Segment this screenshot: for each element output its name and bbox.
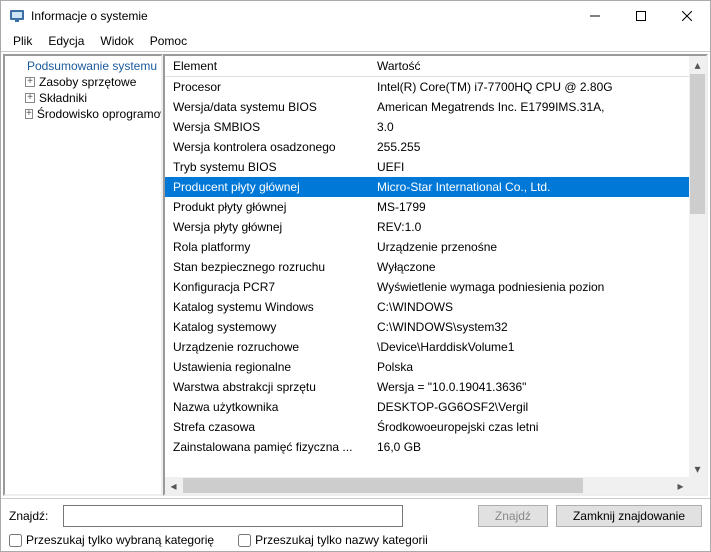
vertical-scrollbar[interactable]: ▴ ▾ <box>689 56 706 477</box>
table-cell-element[interactable]: Strefa czasowa <box>165 417 369 437</box>
table-cell-value[interactable]: Wyłączone <box>369 257 689 277</box>
checkbox-input[interactable] <box>238 534 251 547</box>
tree-pane[interactable]: Podsumowanie systemu + Zasoby sprzętowe … <box>3 54 163 496</box>
column-header-value[interactable]: Wartość <box>369 56 689 77</box>
tree-components[interactable]: + Składniki <box>5 90 161 106</box>
table-cell-value[interactable]: UEFI <box>369 157 689 177</box>
scroll-down-icon[interactable]: ▾ <box>689 460 706 477</box>
column-header-element[interactable]: Element <box>165 56 369 77</box>
app-icon <box>9 8 25 24</box>
checkbox-input[interactable] <box>9 534 22 547</box>
menu-view[interactable]: Widok <box>92 32 141 50</box>
find-label: Znajdź: <box>9 509 55 523</box>
tree-hardware[interactable]: + Zasoby sprzętowe <box>5 74 161 90</box>
find-button[interactable]: Znajdź <box>478 505 548 527</box>
table-cell-element[interactable]: Konfiguracja PCR7 <box>165 277 369 297</box>
footer: Znajdź: Znajdź Zamknij znajdowanie Przes… <box>1 498 710 551</box>
tree-softenv-label: Środowisko oprogramowania <box>37 107 163 121</box>
table-cell-value[interactable]: Wersja = "10.0.19041.3636" <box>369 377 689 397</box>
search-names-checkbox[interactable]: Przeszukaj tylko nazwy kategorii <box>238 533 428 547</box>
table-cell-element[interactable]: Produkt płyty głównej <box>165 197 369 217</box>
tree-softenv[interactable]: + Środowisko oprogramowania <box>5 106 161 122</box>
tree-root[interactable]: Podsumowanie systemu <box>5 58 161 74</box>
expand-icon[interactable]: + <box>25 109 33 119</box>
table-cell-value[interactable]: 255.255 <box>369 137 689 157</box>
table-cell-element[interactable]: Stan bezpiecznego rozruchu <box>165 257 369 277</box>
table-cell-element[interactable]: Wersja SMBIOS <box>165 117 369 137</box>
table-cell-element[interactable]: Ustawienia regionalne <box>165 357 369 377</box>
table-cell-element[interactable]: Tryb systemu BIOS <box>165 157 369 177</box>
table-cell-value[interactable]: Urządzenie przenośne <box>369 237 689 257</box>
table-cell-element[interactable]: Nazwa użytkownika <box>165 397 369 417</box>
table-cell-element[interactable]: Urządzenie rozruchowe <box>165 337 369 357</box>
table-cell-value[interactable]: 16,0 GB <box>369 437 689 457</box>
table-cell-element[interactable]: Katalog systemu Windows <box>165 297 369 317</box>
table-cell-element[interactable]: Warstwa abstrakcji sprzętu <box>165 377 369 397</box>
table-cell-value[interactable]: Intel(R) Core(TM) i7-7700HQ CPU @ 2.80G <box>369 77 689 97</box>
find-input[interactable] <box>63 505 403 527</box>
table-cell-element[interactable]: Procesor <box>165 77 369 97</box>
table-cell-value[interactable]: DESKTOP-GG6OSF2\Vergil <box>369 397 689 417</box>
scroll-up-icon[interactable]: ▴ <box>689 56 706 73</box>
scroll-thumb[interactable] <box>183 478 583 493</box>
checkbox-label: Przeszukaj tylko wybraną kategorię <box>26 533 214 547</box>
tree-hardware-label: Zasoby sprzętowe <box>39 75 136 89</box>
horizontal-scrollbar[interactable]: ◂ ▸ <box>165 477 689 494</box>
table-cell-value[interactable]: Wyświetlenie wymaga podniesienia pozion <box>369 277 689 297</box>
menu-file[interactable]: Plik <box>5 32 40 50</box>
expand-icon[interactable]: + <box>25 93 35 103</box>
table-cell-value[interactable]: C:\WINDOWS <box>369 297 689 317</box>
scroll-corner <box>689 477 706 494</box>
maximize-button[interactable] <box>618 1 664 31</box>
titlebar: Informacje o systemie <box>1 1 710 31</box>
tree-root-label: Podsumowanie systemu <box>27 59 157 73</box>
scroll-left-icon[interactable]: ◂ <box>165 477 182 494</box>
scroll-right-icon[interactable]: ▸ <box>672 477 689 494</box>
search-category-checkbox[interactable]: Przeszukaj tylko wybraną kategorię <box>9 533 214 547</box>
table-cell-element[interactable]: Wersja kontrolera osadzonego <box>165 137 369 157</box>
table-cell-element[interactable]: Katalog systemowy <box>165 317 369 337</box>
table-cell-value[interactable]: 3.0 <box>369 117 689 137</box>
tree-components-label: Składniki <box>39 91 87 105</box>
window-title: Informacje o systemie <box>31 9 572 23</box>
table-cell-value[interactable]: MS-1799 <box>369 197 689 217</box>
table-cell-value[interactable]: \Device\HarddiskVolume1 <box>369 337 689 357</box>
table-cell-element[interactable]: Wersja/data systemu BIOS <box>165 97 369 117</box>
expand-icon[interactable]: + <box>25 77 35 87</box>
table-pane: Element Wartość ProcesorIntel(R) Core(TM… <box>163 54 708 496</box>
table-cell-value[interactable]: Micro-Star International Co., Ltd. <box>369 177 689 197</box>
table-cell-value[interactable]: REV:1.0 <box>369 217 689 237</box>
menu-edit[interactable]: Edycja <box>40 32 92 50</box>
minimize-button[interactable] <box>572 1 618 31</box>
table-cell-element[interactable]: Wersja płyty głównej <box>165 217 369 237</box>
table-cell-element[interactable]: Producent płyty głównej <box>165 177 369 197</box>
menubar: Plik Edycja Widok Pomoc <box>1 31 710 51</box>
table-cell-value[interactable]: C:\WINDOWS\system32 <box>369 317 689 337</box>
table-cell-value[interactable]: Środkowoeuropejski czas letni <box>369 417 689 437</box>
checkbox-label: Przeszukaj tylko nazwy kategorii <box>255 533 428 547</box>
close-button[interactable] <box>664 1 710 31</box>
table-cell-value[interactable]: American Megatrends Inc. E1799IMS.31A, <box>369 97 689 117</box>
table-cell-value[interactable]: Polska <box>369 357 689 377</box>
table-cell-element[interactable]: Zainstalowana pamięć fizyczna ... <box>165 437 369 457</box>
table-cell-element[interactable]: Rola platformy <box>165 237 369 257</box>
close-find-button[interactable]: Zamknij znajdowanie <box>556 505 702 527</box>
menu-help[interactable]: Pomoc <box>142 32 195 50</box>
scroll-thumb[interactable] <box>690 74 705 214</box>
